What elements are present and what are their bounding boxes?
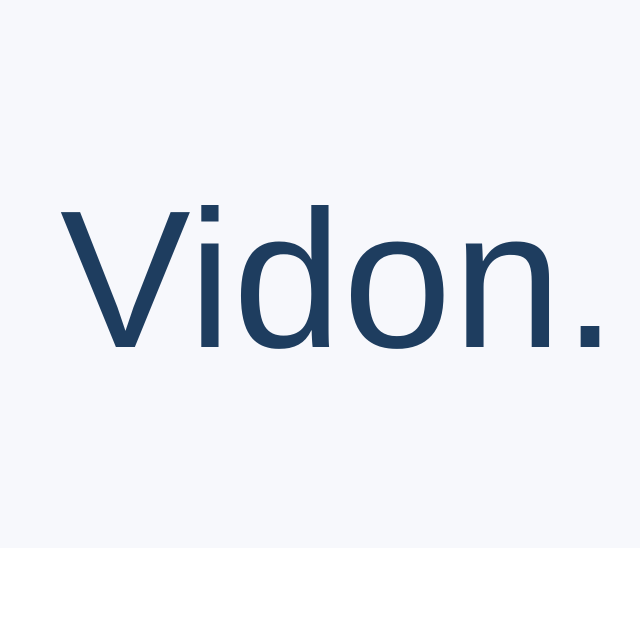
header-band: Vidon. xyxy=(0,0,640,548)
page-body-blank xyxy=(0,548,640,640)
brand-logo[interactable]: Vidon. xyxy=(60,150,618,410)
